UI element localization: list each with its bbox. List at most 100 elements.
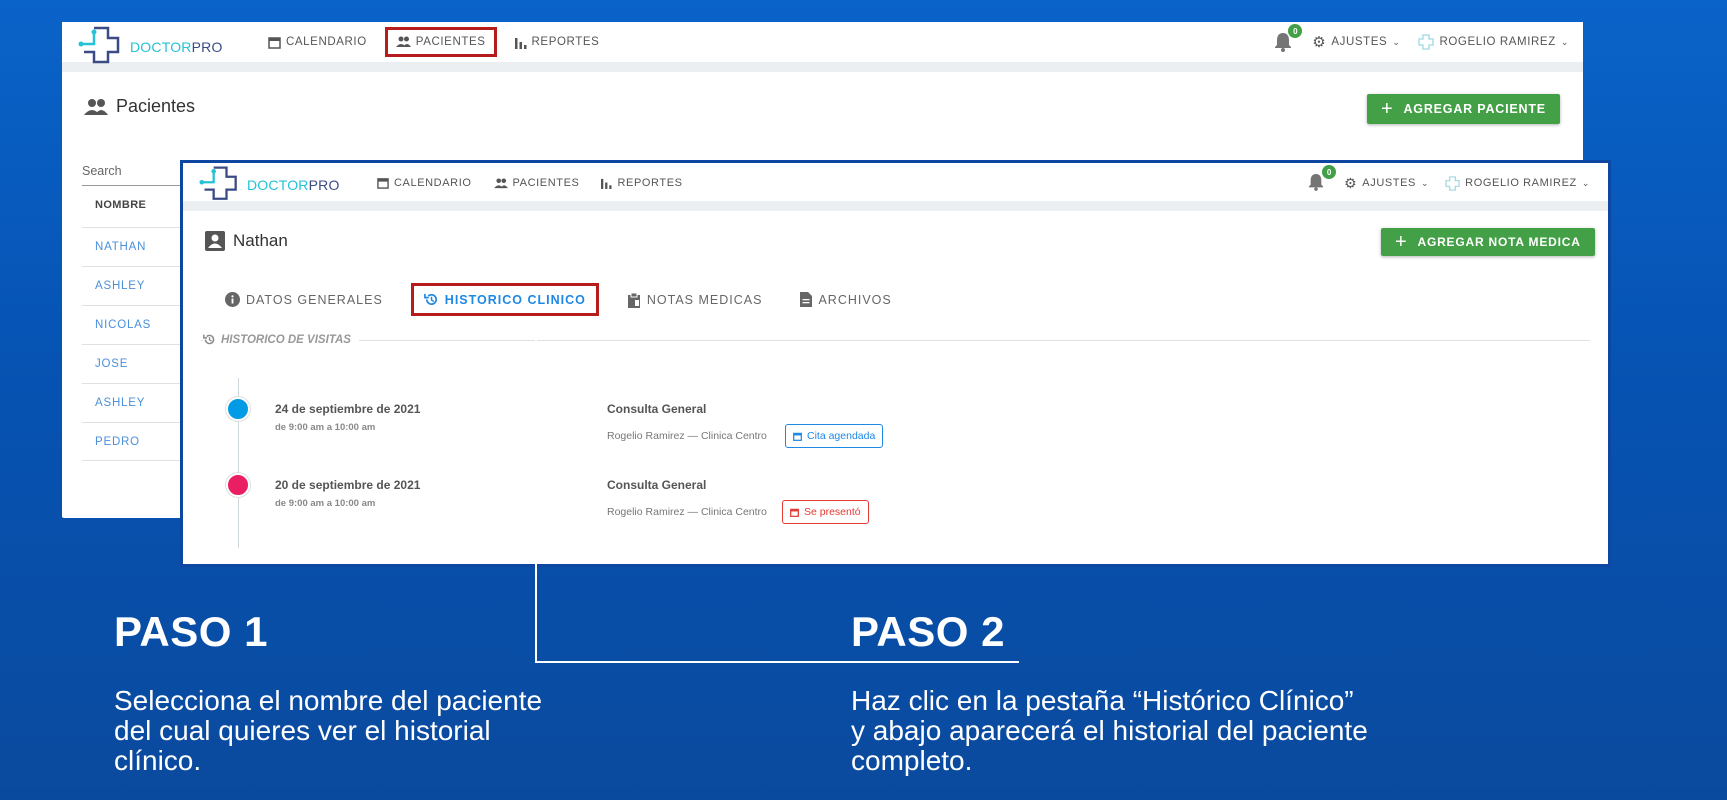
user-avatar-icon xyxy=(1445,175,1460,191)
status-badge[interactable]: Se presentó xyxy=(782,500,869,524)
connector-vertical xyxy=(535,326,537,663)
nav-patients-label: PACIENTES xyxy=(512,177,580,189)
clipboard-icon xyxy=(627,292,640,308)
patient-tabs: DATOS GENERALES HISTORICO CLINICO NOTAS … xyxy=(215,283,902,316)
chevron-down-icon: ⌄ xyxy=(1392,36,1401,47)
patient-name[interactable]: PEDRO xyxy=(95,436,140,448)
chevron-down-icon: ⌄ xyxy=(1421,177,1430,188)
add-patient-button[interactable]: + AGREGAR PACIENTE xyxy=(1367,94,1560,124)
status-badge-label: Cita agendada xyxy=(807,430,876,442)
connector-horizontal xyxy=(535,661,1019,663)
settings-dropdown[interactable]: ⚙ AJUSTES ⌄ xyxy=(1344,175,1429,192)
nav-calendar[interactable]: CALENDARIO xyxy=(264,30,371,55)
tab-clinical-history[interactable]: HISTORICO CLINICO xyxy=(410,283,599,316)
calendar-icon xyxy=(793,432,802,441)
timeline-dot xyxy=(226,397,250,421)
people-icon xyxy=(493,177,508,188)
event-time: de 9:00 am a 10:00 am xyxy=(275,498,376,509)
add-medical-note-button[interactable]: + AGREGAR NOTA MEDICA xyxy=(1381,228,1595,256)
nav-reports-label: REPORTES xyxy=(617,177,683,189)
notifications-bell[interactable]: 0 xyxy=(1308,165,1337,193)
step1-line: del cual quieres ver el historial xyxy=(114,715,491,746)
chevron-down-icon: ⌄ xyxy=(1581,177,1590,188)
settings-label: AJUSTES xyxy=(1362,177,1416,189)
history-icon xyxy=(203,334,215,345)
people-icon xyxy=(84,98,108,115)
column-header-name: NOMBRE xyxy=(95,199,147,211)
user-name-label: ROGELIO RAMIREZ xyxy=(1439,36,1556,48)
logo-text-doctor: DOCTOR xyxy=(130,39,192,55)
bell-icon xyxy=(1309,174,1324,191)
nav-reports[interactable]: REPORTES xyxy=(597,171,686,195)
logo-text-pro: PRO xyxy=(191,39,223,55)
user-dropdown[interactable]: ROGELIO RAMIREZ ⌄ xyxy=(1445,175,1590,191)
logo-text-doctor: DOCTOR xyxy=(247,177,309,193)
page-title-text: Pacientes xyxy=(116,96,196,116)
gear-icon: ⚙ xyxy=(1344,174,1358,191)
nav-calendar-label: CALENDARIO xyxy=(394,177,472,189)
section-label-text: HISTORICO DE VISITAS xyxy=(221,333,351,346)
bar-chart-icon xyxy=(601,178,613,189)
status-badge[interactable]: Cita agendada xyxy=(785,424,884,448)
tab-medical-notes[interactable]: NOTAS MEDICAS xyxy=(617,284,773,316)
patient-name[interactable]: ASHLEY xyxy=(95,397,145,409)
nav-patients[interactable]: PACIENTES xyxy=(384,27,497,57)
gear-icon: ⚙ xyxy=(1312,34,1327,51)
top-navbar: DOCTORPRO CALENDARIO PACIENTES REPORTES … xyxy=(62,22,1583,72)
app-logo[interactable]: DOCTORPRO xyxy=(78,26,223,68)
event-date: 20 de septiembre de 2021 xyxy=(275,478,421,492)
nav-calendar[interactable]: CALENDARIO xyxy=(373,171,476,195)
tab-history-label: HISTORICO CLINICO xyxy=(444,292,586,307)
tab-files[interactable]: ARCHIVOS xyxy=(790,284,901,315)
notification-count-badge: 0 xyxy=(1322,165,1337,179)
tab-files-label: ARCHIVOS xyxy=(818,292,892,307)
nav-patients[interactable]: PACIENTES xyxy=(490,171,584,195)
calendar-icon xyxy=(268,36,281,49)
user-name-label: ROGELIO RAMIREZ xyxy=(1465,177,1577,189)
logo-text-pro: PRO xyxy=(308,177,340,193)
section-label: HISTORICO DE VISITAS xyxy=(203,333,359,346)
patient-name[interactable]: ASHLEY xyxy=(95,280,145,292)
patient-name[interactable]: JOSE xyxy=(95,358,128,370)
person-card-icon xyxy=(205,231,225,251)
tab-general-data[interactable]: DATOS GENERALES xyxy=(215,284,393,315)
info-icon xyxy=(225,292,240,307)
patient-detail-window: DOCTORPRO CALENDARIO PACIENTES REPORTES … xyxy=(180,160,1611,567)
user-dropdown[interactable]: ROGELIO RAMIREZ ⌄ xyxy=(1418,34,1569,50)
patient-name[interactable]: NICOLAS xyxy=(95,319,151,331)
tab-general-label: DATOS GENERALES xyxy=(246,292,383,307)
settings-dropdown[interactable]: ⚙ AJUSTES ⌄ xyxy=(1312,33,1400,51)
step1-text: Selecciona el nombre del paciente del cu… xyxy=(114,686,542,776)
divider xyxy=(201,340,1590,341)
nav-reports-label: REPORTES xyxy=(531,36,600,48)
history-icon xyxy=(423,293,437,305)
settings-label: AJUSTES xyxy=(1331,36,1388,48)
nav-calendar-label: CALENDARIO xyxy=(286,36,367,48)
patient-name-title: Nathan xyxy=(205,231,288,251)
calendar-icon xyxy=(377,178,389,189)
step2-text: Haz clic en la pestaña “Histórico Clínic… xyxy=(851,686,1368,776)
event-meta: Rogelio Ramirez — Clinica Centro xyxy=(607,430,767,442)
status-badge-label: Se presentó xyxy=(804,506,861,518)
step1-title: PASO 1 xyxy=(114,608,268,655)
notifications-bell[interactable]: 0 xyxy=(1274,24,1303,52)
document-icon xyxy=(800,292,813,307)
event-title[interactable]: Consulta General xyxy=(607,402,706,416)
patient-name[interactable]: NATHAN xyxy=(95,241,146,253)
nav-reports[interactable]: REPORTES xyxy=(511,30,604,55)
step1-line: Selecciona el nombre del paciente xyxy=(114,685,543,716)
step2-line: completo. xyxy=(851,745,973,776)
top-navbar: DOCTORPRO CALENDARIO PACIENTES REPORTES … xyxy=(183,163,1608,211)
tab-notes-label: NOTAS MEDICAS xyxy=(646,292,763,307)
step2-line: y abajo aparecerá el historial del pacie… xyxy=(851,715,1368,746)
notification-count-badge: 0 xyxy=(1288,24,1303,38)
app-logo[interactable]: DOCTORPRO xyxy=(199,165,340,205)
page-title: Pacientes xyxy=(84,96,195,117)
event-meta: Rogelio Ramirez — Clinica Centro xyxy=(607,506,767,518)
chevron-down-icon: ⌄ xyxy=(1560,36,1569,47)
search-input[interactable]: Search xyxy=(82,164,122,178)
nav-patients-label: PACIENTES xyxy=(415,36,486,48)
bar-chart-icon xyxy=(514,37,527,49)
event-title[interactable]: Consulta General xyxy=(607,478,706,492)
user-avatar-icon xyxy=(1418,34,1435,50)
